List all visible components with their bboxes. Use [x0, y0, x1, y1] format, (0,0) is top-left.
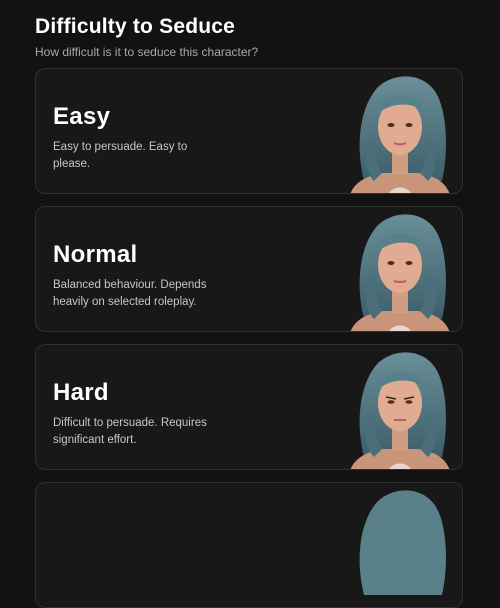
option-title: Easy	[53, 103, 111, 130]
character-portrait-image	[348, 483, 452, 607]
option-description: Difficult to persuade. Requires signific…	[53, 417, 207, 446]
option-description: Easy to persuade. Easy to please.	[53, 141, 188, 170]
difficulty-option-normal[interactable]: Normal Balanced behaviour. Depends heavi…	[35, 206, 463, 332]
option-title: Normal	[53, 241, 138, 268]
character-portrait-image	[348, 69, 452, 193]
option-description: Balanced behaviour. Depends heavily on s…	[53, 279, 207, 308]
option-text: Hard Difficult to persuade. Requires sig…	[53, 379, 223, 449]
character-portrait-image	[348, 207, 452, 331]
difficulty-option-partial[interactable]	[35, 482, 463, 608]
page-title: Difficulty to Seduce	[35, 15, 236, 38]
page-header: Difficulty to Seduce How difficult is it…	[35, 14, 258, 59]
difficulty-option-easy[interactable]: Easy Easy to persuade. Easy to please.	[35, 68, 463, 194]
option-text: Normal Balanced behaviour. Depends heavi…	[53, 241, 223, 311]
character-portrait-image	[348, 345, 452, 469]
option-title: Hard	[53, 379, 109, 406]
option-text: Easy Easy to persuade. Easy to please.	[53, 103, 223, 173]
page-subtitle: How difficult is it to seduce this chara…	[35, 45, 259, 59]
difficulty-option-hard[interactable]: Hard Difficult to persuade. Requires sig…	[35, 344, 463, 470]
